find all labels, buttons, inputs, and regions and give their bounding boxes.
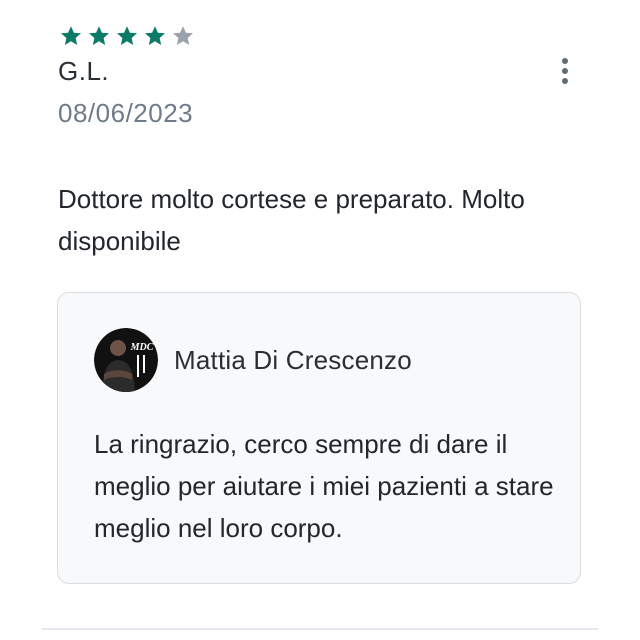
review-date: 08/06/2023 bbox=[58, 98, 194, 128]
star-icon bbox=[61, 26, 81, 45]
reply-text: La ringrazio, cerco sempre di dare il me… bbox=[94, 429, 554, 543]
star-icon bbox=[117, 26, 137, 45]
more-options-button[interactable] bbox=[552, 54, 578, 88]
more-vertical-icon bbox=[562, 78, 568, 84]
divider bbox=[42, 628, 598, 630]
more-vertical-icon bbox=[562, 68, 568, 74]
rating-stars bbox=[58, 24, 196, 48]
star-icon bbox=[173, 26, 193, 45]
doctor-name: Mattia Di Crescenzo bbox=[174, 344, 412, 375]
doctor-reply: MDC Mattia Di Crescenzo La ringrazio, ce… bbox=[57, 292, 581, 584]
star-icon bbox=[145, 26, 165, 45]
review-comment: Dottore molto cortese e preparato. Molto… bbox=[58, 184, 525, 256]
avatar-logo-text: MDC bbox=[130, 342, 154, 353]
review-author: G.L. bbox=[58, 56, 110, 86]
review-card: G.L. 08/06/2023 Dottore molto cortese e … bbox=[0, 0, 640, 640]
avatar: MDC bbox=[94, 328, 158, 392]
more-vertical-icon bbox=[562, 58, 568, 64]
reply-header: MDC Mattia Di Crescenzo bbox=[94, 328, 412, 392]
star-icon bbox=[89, 26, 109, 45]
